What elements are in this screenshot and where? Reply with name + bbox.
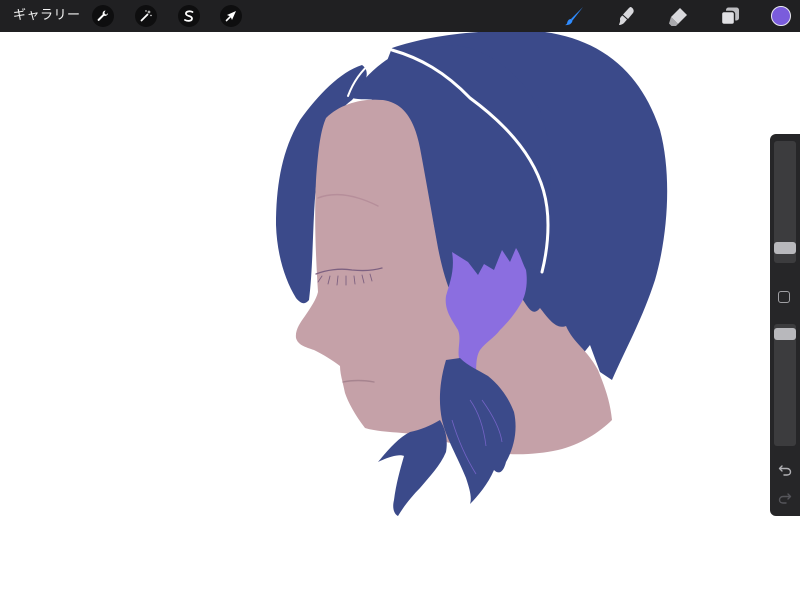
redo-arrow-icon bbox=[778, 493, 792, 504]
right-sidebar bbox=[770, 134, 800, 516]
eraser-icon bbox=[669, 8, 687, 26]
redo-button[interactable] bbox=[776, 490, 794, 506]
brush-opacity-thumb[interactable] bbox=[774, 328, 796, 340]
brush-tool-button[interactable] bbox=[563, 5, 585, 27]
brush-opacity-slider[interactable] bbox=[774, 324, 796, 446]
modify-button[interactable] bbox=[778, 291, 790, 303]
undo-arrow-icon bbox=[778, 465, 792, 476]
adjustments-button[interactable] bbox=[135, 5, 157, 27]
arrow-cursor-icon bbox=[225, 11, 236, 22]
transform-button[interactable] bbox=[220, 5, 242, 27]
layers-button[interactable] bbox=[719, 5, 741, 27]
current-color-swatch[interactable] bbox=[771, 6, 791, 26]
selection-s-icon bbox=[184, 10, 194, 22]
actions-button[interactable] bbox=[92, 5, 114, 27]
brush-size-thumb[interactable] bbox=[774, 242, 796, 254]
layers-icon bbox=[720, 7, 739, 26]
magic-wand-icon bbox=[140, 10, 152, 22]
smudge-tool-button[interactable] bbox=[615, 5, 637, 27]
undo-button[interactable] bbox=[776, 462, 794, 478]
brush-size-slider[interactable] bbox=[774, 141, 796, 263]
eraser-tool-button[interactable] bbox=[667, 5, 689, 27]
brush-icon bbox=[565, 7, 583, 26]
smudge-icon bbox=[619, 6, 634, 25]
gallery-button[interactable]: ギャラリー bbox=[13, 7, 81, 25]
top-toolbar: ギャラリー bbox=[0, 0, 800, 32]
hair-lock-left bbox=[378, 420, 447, 516]
drawing-canvas[interactable] bbox=[0, 32, 770, 600]
wrench-icon bbox=[97, 10, 108, 21]
selection-button[interactable] bbox=[178, 5, 200, 27]
